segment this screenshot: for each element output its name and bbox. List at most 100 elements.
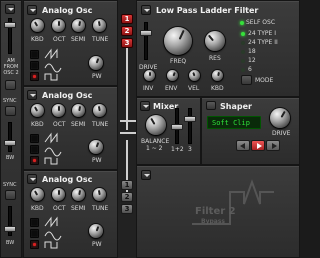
filter-2-title: Filter 2	[195, 206, 236, 217]
sync-label-1: SYNC	[3, 98, 17, 104]
filter-2-tab-3[interactable]: 3	[121, 204, 133, 214]
bw-fader-handle-2[interactable]	[4, 226, 16, 232]
osc-2-pw-knob[interactable]	[89, 140, 103, 154]
type-label-12[interactable]: 12	[248, 57, 256, 64]
sync-label-2: SYNC	[3, 182, 17, 188]
osc-1-semi-knob[interactable]	[72, 19, 85, 32]
cable-filter2-in	[126, 140, 128, 200]
shaper-drive-knob[interactable]	[270, 108, 290, 128]
type-label-18[interactable]: 18	[248, 48, 256, 55]
filter-1-tab-2[interactable]: 2	[121, 26, 133, 36]
bw-fader-handle-1[interactable]	[4, 140, 16, 146]
balance-knob[interactable]	[146, 115, 166, 135]
osc-2-oct-knob[interactable]	[52, 104, 65, 117]
osc-1-tune-label: TUNE	[92, 36, 109, 43]
cable-to-mixer	[120, 120, 136, 122]
osc-2-menu-button[interactable]	[27, 90, 37, 100]
osc-1-pw-knob[interactable]	[89, 56, 103, 70]
osc-2-wave-select-3[interactable]	[30, 156, 39, 165]
osc-1-wave-select-1[interactable]	[30, 50, 39, 59]
sync-toggle-1[interactable]	[5, 106, 16, 116]
osc-1-kbd-knob[interactable]	[31, 19, 44, 32]
filter-2-tab-1[interactable]: 1	[121, 180, 133, 190]
osc-3-semi-knob[interactable]	[72, 188, 85, 201]
mixer-fader-3-track[interactable]	[188, 108, 192, 144]
osc-3-wave-select-2[interactable]	[30, 229, 39, 238]
vel-knob[interactable]	[189, 70, 200, 81]
am-fader-handle[interactable]	[4, 22, 16, 28]
mixer-menu-button[interactable]	[140, 101, 150, 111]
osc-1-wave-select-3[interactable]	[30, 72, 39, 81]
shaper-enable-button[interactable]	[206, 101, 216, 110]
osc-3-tune-knob[interactable]	[93, 188, 106, 201]
sync-toggle-2[interactable]	[5, 190, 16, 200]
shaper-route-button[interactable]	[266, 140, 280, 151]
kbd-filter-knob[interactable]	[212, 70, 223, 81]
filter-1-tab-3[interactable]: 3	[121, 38, 133, 48]
mixer-fader-12-label: 1+2	[171, 146, 184, 153]
filter-1-menu-button[interactable]	[141, 5, 151, 15]
osc-2-pw-label: PW	[92, 157, 102, 164]
osc-2-tune-knob[interactable]	[93, 104, 106, 117]
type-label-24-i[interactable]: 24 TYPE I	[248, 30, 276, 37]
mode-button[interactable]	[241, 75, 252, 85]
osc-3-title: Analog Osc	[42, 175, 93, 184]
filter-1-tab-1[interactable]: 1	[121, 14, 133, 24]
filter-2-tab-2[interactable]: 2	[121, 192, 133, 202]
env-knob[interactable]	[167, 70, 178, 81]
osc-3-wave-select-1[interactable]	[30, 218, 39, 227]
freq-knob[interactable]	[164, 27, 192, 55]
osc-1-kbd-label: KBD	[31, 36, 44, 43]
type-led-24-ii[interactable]	[241, 41, 245, 45]
osc-1-wave-select-2[interactable]	[30, 61, 39, 70]
osc-2-wave-select-1[interactable]	[30, 134, 39, 143]
osc-3-kbd-label: KBD	[31, 205, 44, 212]
right-arrow-icon	[272, 143, 277, 149]
self-osc-led	[240, 21, 244, 25]
type-label-24-ii[interactable]: 24 TYPE II	[248, 39, 278, 46]
osc-2-kbd-knob[interactable]	[31, 104, 44, 117]
type-label-6[interactable]: 6	[248, 66, 252, 73]
osc-2-wave-select-2[interactable]	[30, 145, 39, 154]
osc-2-kbd-label: KBD	[31, 121, 44, 128]
bw-fader-track-1[interactable]	[8, 122, 12, 152]
osc-1-menu-button[interactable]	[27, 5, 37, 15]
freq-label: FREQ	[170, 58, 187, 65]
osc-3-wave-select-3[interactable]	[30, 240, 39, 249]
osc-2-semi-label: SEMI	[71, 121, 86, 128]
am-toggle[interactable]	[5, 80, 16, 90]
mixer-fader-3-label: 3	[188, 146, 192, 153]
shaper-next-button[interactable]	[251, 140, 265, 151]
shaper-drive-label: DRIVE	[272, 130, 291, 137]
osc-3-menu-button[interactable]	[27, 174, 37, 184]
cable-mixer-out	[120, 132, 136, 134]
osc-3-waveform-icons	[44, 216, 62, 249]
filter-2-menu-button[interactable]	[141, 170, 151, 180]
inv-knob[interactable]	[144, 70, 155, 81]
osc-3-pw-knob[interactable]	[89, 224, 103, 238]
osc-2-tune-label: TUNE	[92, 121, 109, 128]
drive-fader-track[interactable]	[144, 22, 148, 60]
osc-3-oct-knob[interactable]	[52, 188, 65, 201]
type-led-24-i[interactable]	[241, 32, 245, 36]
shaper-mode-display[interactable]: Soft Clip	[207, 116, 261, 129]
res-knob[interactable]	[205, 31, 225, 51]
osc-3-kbd-knob[interactable]	[31, 188, 44, 201]
osc-2-title: Analog Osc	[42, 91, 93, 100]
type-led-12[interactable]	[241, 59, 245, 63]
osc-1-tune-knob[interactable]	[93, 19, 106, 32]
strip-menu-button[interactable]	[5, 4, 15, 14]
type-led-6[interactable]	[241, 68, 245, 72]
shaper-prev-button[interactable]	[236, 140, 250, 151]
osc-3-semi-label: SEMI	[71, 205, 86, 212]
mixer-fader-12-handle[interactable]	[171, 124, 183, 130]
env-label: ENV	[165, 85, 178, 92]
mixer-fader-3-handle[interactable]	[184, 116, 196, 122]
osc-2-semi-knob[interactable]	[72, 104, 85, 117]
self-osc-label: SELF OSC	[246, 19, 276, 26]
type-led-18[interactable]	[241, 50, 245, 54]
vel-label: VEL	[188, 85, 200, 92]
osc-1-oct-knob[interactable]	[52, 19, 65, 32]
res-label: RES	[209, 55, 221, 62]
drive-fader-handle[interactable]	[140, 30, 152, 36]
